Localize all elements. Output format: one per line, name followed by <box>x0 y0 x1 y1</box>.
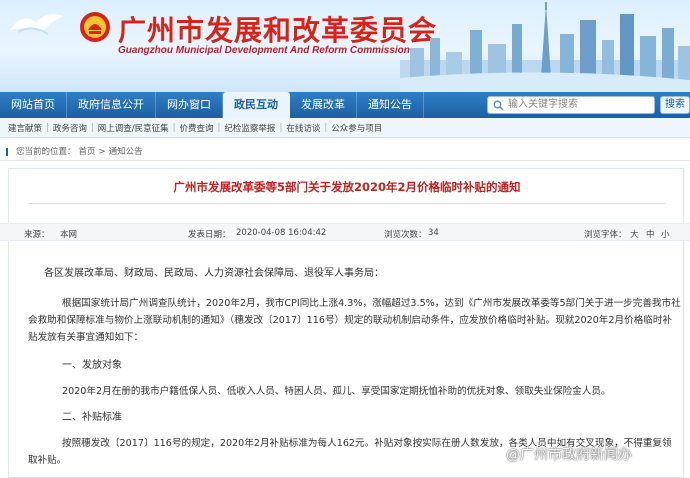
subnav-separator: | <box>324 122 328 133</box>
section-heading-2: 二、补贴标准 <box>62 412 122 423</box>
watermark-text: @广州市政府新闻办 <box>506 447 632 463</box>
emblem-icon <box>80 12 110 42</box>
nav-item-online-service[interactable]: 网办窗口 <box>156 92 223 118</box>
weibo-watermark: @广州市政府新闻办 <box>484 444 632 464</box>
subnav-item-price-query[interactable]: 价费查询 <box>180 122 214 134</box>
city-skyline-image <box>400 2 690 92</box>
subnav-separator: | <box>279 122 283 133</box>
font-size-small-button[interactable]: 小 <box>661 228 670 240</box>
meta-time-value: 2020-04-08 16:04:42 <box>236 228 327 238</box>
meta-font-label: 浏览字体： <box>584 230 627 240</box>
weibo-logo-icon <box>484 448 501 463</box>
subnav-item-survey[interactable]: 网上调查/民意征集 <box>98 122 169 134</box>
meta-time-label: 发表日期： <box>188 230 231 240</box>
article-para1-line2: 会救助和保障标准与物价上涨联动机制的通知》（穗发改〔2017〕116号）规定的联… <box>28 315 673 326</box>
title-divider <box>29 203 665 204</box>
breadcrumb: 您当前的位置： 首页 > 通知公告 <box>0 143 690 161</box>
article-salutation: 各区发展改革局、财政局、民政局、人力资源社会保障局、退役军人事务局： <box>44 268 384 279</box>
main-nav: 网站首页 政府信息公开 网办窗口 政民互动 发展改革 通知公告 输入关键字搜索 … <box>0 92 690 118</box>
nav-item-home[interactable]: 网站首页 <box>0 92 67 118</box>
breadcrumb-current[interactable]: 通知公告 <box>109 147 143 157</box>
site-title-cn: 广州市发展和改革委员会 <box>118 14 438 47</box>
article-title: 广州市发展改革委等5部门关于发放2020年2月价格临时补贴的通知 <box>173 180 521 194</box>
site-title-en: Guangzhou Municipal Development And Refo… <box>118 45 410 56</box>
nav-item-development[interactable]: 发展改革 <box>290 92 357 118</box>
breadcrumb-separator: > <box>98 147 106 157</box>
article-meta-bar: 来源： 本网 发表日期： 2020-04-08 16:04:42 浏览次数： 3… <box>0 223 690 241</box>
subnav-item-suggestions[interactable]: 建言献策 <box>8 122 42 134</box>
meta-views-value: 34 <box>428 228 439 238</box>
sub-nav: 建言献策 | 政务咨询 | 网上调查/民意征集 | 价费查询 | 纪检监察举报 … <box>0 118 690 138</box>
search-button[interactable]: 搜索 <box>660 96 690 114</box>
subnav-item-report[interactable]: 纪检监察举报 <box>224 122 275 134</box>
search-input[interactable]: 输入关键字搜索 <box>487 96 655 114</box>
site-banner: 广州市发展和改革委员会 Guangzhou Municipal Developm… <box>0 0 690 92</box>
nav-item-notices[interactable]: 通知公告 <box>357 92 424 118</box>
font-size-large-button[interactable]: 大 <box>630 228 639 240</box>
search-placeholder: 输入关键字搜索 <box>508 99 578 110</box>
subnav-separator: | <box>217 122 221 133</box>
meta-source-label: 来源： <box>24 230 50 240</box>
font-size-medium-button[interactable]: 中 <box>646 228 655 240</box>
section-heading-1: 一、发放对象 <box>62 360 122 371</box>
article-para1-line3: 贴发放有关事宜通知如下： <box>28 332 144 343</box>
breadcrumb-marker <box>6 148 8 156</box>
article-para1-line1: 根据国家统计局广州调查队统计，2020年2月，我市CPI同比上涨4.3%，涨幅超… <box>62 298 681 309</box>
breadcrumb-prefix: 您当前的位置： <box>16 147 76 157</box>
search-icon <box>493 100 504 111</box>
subnav-item-public-projects[interactable]: 公众参与项目 <box>331 122 382 134</box>
subnav-separator: | <box>172 122 176 133</box>
bird-logo-icon <box>10 14 64 35</box>
subnav-item-interview[interactable]: 在线访谈 <box>286 122 320 134</box>
nav-item-gov-info[interactable]: 政府信息公开 <box>67 92 156 118</box>
article-para2: 2020年2月在册的我市户籍低保人员、低收入人员、特困人员、孤儿、享受国家定期抚… <box>62 386 611 397</box>
nav-item-interaction[interactable]: 政民互动 <box>223 92 290 118</box>
subnav-item-consult[interactable]: 政务咨询 <box>53 122 87 134</box>
subnav-separator: | <box>46 122 49 133</box>
meta-views-label: 浏览次数： <box>384 230 427 240</box>
subnav-separator: | <box>90 122 94 133</box>
breadcrumb-home-link[interactable]: 首页 <box>79 147 96 157</box>
meta-source-value: 本网 <box>60 230 78 240</box>
